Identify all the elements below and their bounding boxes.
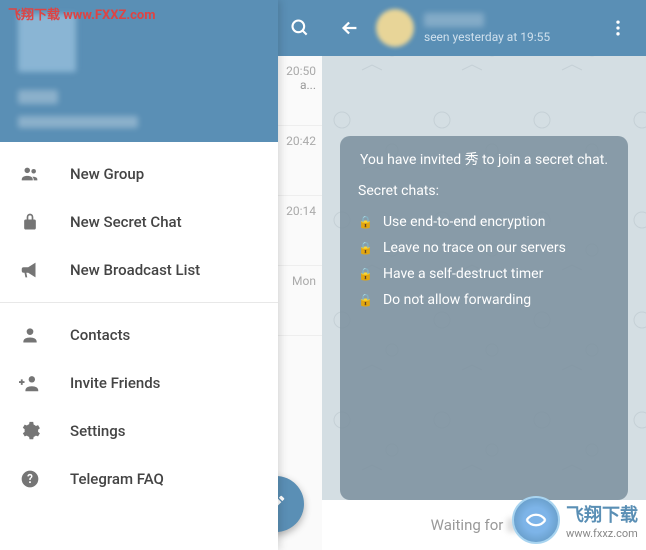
drawer-menu: New Group New Secret Chat New Broadcast …: [0, 142, 278, 503]
profile-phone: [18, 116, 138, 128]
feature-item: 🔒Leave no trace on our servers: [358, 235, 610, 261]
person-icon: [18, 323, 42, 347]
menu-label: Telegram FAQ: [70, 470, 164, 488]
invite-message: You have invited 秀 to join a secret chat…: [358, 150, 610, 171]
more-button[interactable]: [602, 18, 634, 38]
gear-icon: [18, 419, 42, 443]
chat-list-row[interactable]: 20:14: [278, 196, 322, 266]
lock-icon: 🔒: [358, 215, 373, 229]
profile-name: [18, 90, 58, 104]
menu-new-secret-chat[interactable]: New Secret Chat: [0, 198, 278, 246]
chat-list-row[interactable]: 20:42: [278, 126, 322, 196]
menu-label: New Secret Chat: [70, 213, 182, 231]
watermark-url: www.fxxz.com: [566, 527, 638, 540]
menu-label: New Broadcast List: [70, 261, 200, 279]
feature-item: 🔒Have a self-destruct timer: [358, 261, 610, 287]
chat-body: You have invited 秀 to join a secret chat…: [322, 56, 646, 500]
watermark-brand: 飞翔下载: [566, 501, 638, 527]
menu-new-group[interactable]: New Group: [0, 150, 278, 198]
lock-icon: [18, 210, 42, 234]
search-icon[interactable]: [278, 0, 322, 56]
chat-status: seen yesterday at 19:55: [424, 30, 602, 44]
chat-list-row[interactable]: 20:50 a...: [278, 56, 322, 126]
chat-list-row[interactable]: Mon: [278, 266, 322, 336]
chat-contact-name: [424, 13, 484, 27]
waiting-text: Waiting for: [431, 516, 504, 534]
secret-chat-subtitle: Secret chats:: [358, 183, 610, 199]
feature-item: 🔒Do not allow forwarding: [358, 287, 610, 313]
navigation-drawer: New Group New Secret Chat New Broadcast …: [0, 0, 278, 550]
menu-label: Invite Friends: [70, 374, 160, 392]
watermark-bottom-right: 飞翔下载 www.fxxz.com: [512, 496, 638, 544]
menu-faq[interactable]: Telegram FAQ: [0, 455, 278, 503]
back-button[interactable]: [334, 17, 366, 39]
megaphone-icon: [18, 258, 42, 282]
chat-list-background: 20:50 a... 20:42 20:14 Mon: [278, 0, 322, 550]
menu-settings[interactable]: Settings: [0, 407, 278, 455]
menu-label: Contacts: [70, 326, 130, 344]
secret-chat-info-card: You have invited 秀 to join a secret chat…: [340, 136, 628, 500]
menu-new-broadcast[interactable]: New Broadcast List: [0, 246, 278, 294]
group-icon: [18, 162, 42, 186]
chat-header: seen yesterday at 19:55: [322, 0, 646, 56]
menu-divider: [0, 302, 278, 303]
person-add-icon: [18, 371, 42, 395]
secret-chat-panel: seen yesterday at 19:55 You have invited…: [322, 0, 646, 550]
lock-icon: 🔒: [358, 241, 373, 255]
left-panel: 20:50 a... 20:42 20:14 Mon: [0, 0, 322, 550]
menu-contacts[interactable]: Contacts: [0, 311, 278, 359]
menu-label: Settings: [70, 422, 126, 440]
help-icon: [18, 467, 42, 491]
chat-avatar[interactable]: [376, 9, 414, 47]
menu-label: New Group: [70, 165, 144, 183]
watermark-logo-icon: [512, 496, 560, 544]
lock-icon: 🔒: [358, 267, 373, 281]
chat-title-box[interactable]: seen yesterday at 19:55: [424, 13, 602, 44]
feature-item: 🔒Use end-to-end encryption: [358, 209, 610, 235]
watermark-top-left: 飞翔下载 www.FXXZ.com: [8, 4, 156, 23]
menu-invite-friends[interactable]: Invite Friends: [0, 359, 278, 407]
secret-feature-list: 🔒Use end-to-end encryption 🔒Leave no tra…: [358, 209, 610, 313]
lock-icon: 🔒: [358, 293, 373, 307]
